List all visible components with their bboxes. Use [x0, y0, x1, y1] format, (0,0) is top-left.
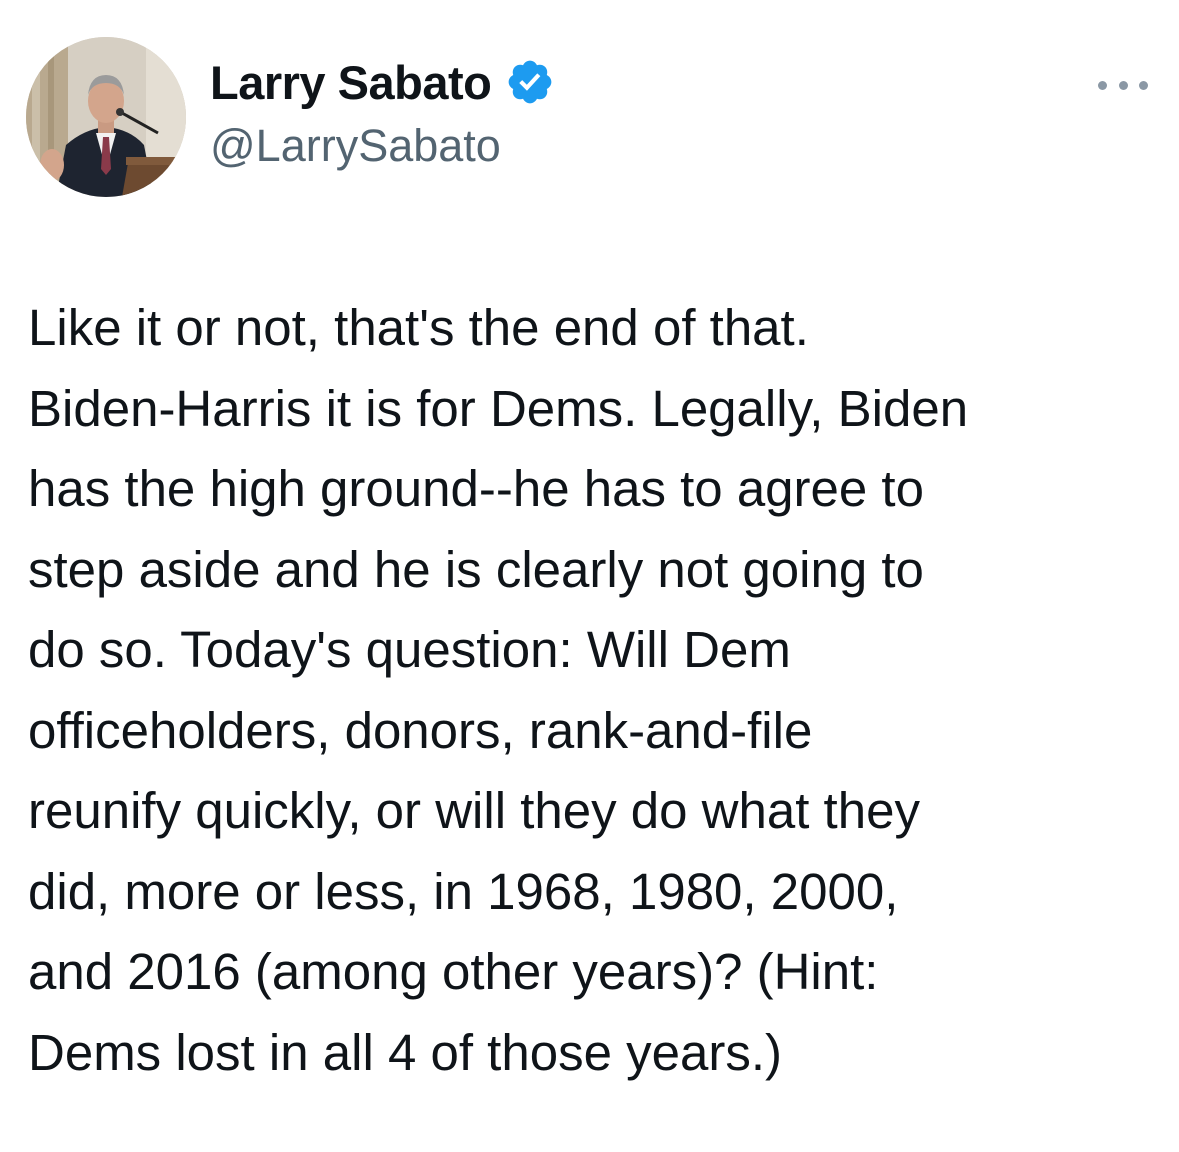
verified-badge-icon: [505, 57, 555, 107]
tweet-text-line: step aside and he is clearly not going t…: [28, 540, 924, 598]
tweet-text-line: officeholders, donors, rank-and-file: [28, 701, 813, 759]
author-handle[interactable]: @LarrySabato: [210, 120, 501, 172]
tweet-text-line: reunify quickly, or will they do what th…: [28, 782, 920, 839]
author-avatar[interactable]: [26, 37, 186, 197]
tweet-text-line: has the high ground--he has to agree to: [28, 460, 924, 517]
tweet-text-line: Dems lost in all 4 of those years.): [28, 1023, 782, 1081]
tweet-text-line: Like it or not, that's the end of that.: [28, 299, 809, 356]
author-display-name[interactable]: Larry Sabato: [210, 55, 492, 110]
tweet-text-line: and 2016 (among other years)? (Hint:: [28, 943, 879, 1000]
tweet-text-line: do so. Today's question: Will Dem: [28, 621, 791, 678]
more-options-icon[interactable]: [1098, 70, 1148, 100]
profile-photo: [26, 37, 186, 197]
more-dot: [1098, 80, 1107, 90]
more-dot: [1118, 80, 1128, 90]
tweet-text-line: did, more or less, in 1968, 1980, 2000,: [28, 862, 899, 920]
tweet-card: Larry Sabato @LarrySabato Like it or not…: [0, 0, 1179, 1152]
more-dot: [1139, 80, 1148, 90]
tweet-text: Like it or not, that's the end of that. …: [28, 288, 1158, 1093]
tweet-text-line: Biden-Harris it is for Dems. Legally, Bi…: [28, 379, 969, 437]
author-name-row: Larry Sabato: [210, 52, 555, 112]
